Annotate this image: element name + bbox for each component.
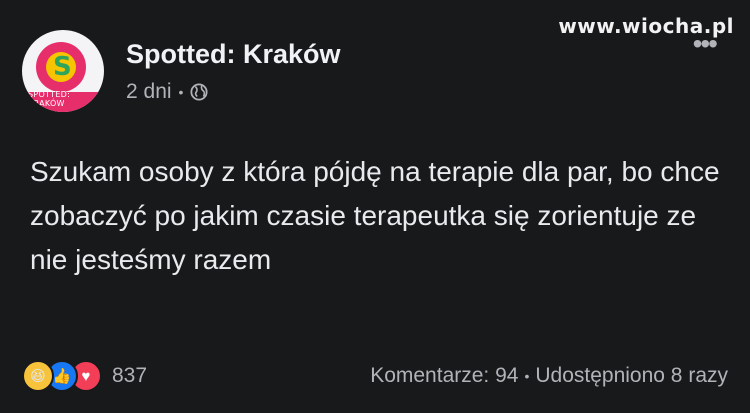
post-text: Szukam osoby z która pójdę na terapie dl… (30, 156, 720, 275)
separator-dot: • (178, 83, 184, 100)
avatar-band-text: SPOTTED: KRAKÓW (28, 90, 71, 108)
page-avatar[interactable]: S SPOTTED: KRAKÓW (22, 30, 104, 112)
separator-dot: • (524, 368, 530, 384)
haha-icon: 😆 (22, 360, 54, 392)
post-timestamp[interactable]: 2 dni (126, 80, 172, 104)
post-subline: 2 dni • (126, 80, 341, 104)
comments-count[interactable]: Komentarze: 94 (370, 364, 518, 388)
page-name[interactable]: Spotted: Kraków (126, 39, 341, 70)
post-meta: Spotted: Kraków 2 dni • (126, 39, 341, 104)
more-options-icon[interactable]: ••• (693, 30, 718, 58)
post-footer: 😆 👍 ♥ 837 Komentarze: 94 • Udostępniono … (22, 360, 728, 392)
reaction-count[interactable]: 837 (112, 364, 147, 388)
post-stats: Komentarze: 94 • Udostępniono 8 razy (370, 364, 728, 388)
post-header: S SPOTTED: KRAKÓW Spotted: Kraków 2 dni … (22, 30, 341, 112)
globe-icon (190, 82, 209, 101)
reactions-summary[interactable]: 😆 👍 ♥ (22, 360, 102, 392)
shares-count[interactable]: Udostępniono 8 razy (535, 364, 728, 388)
